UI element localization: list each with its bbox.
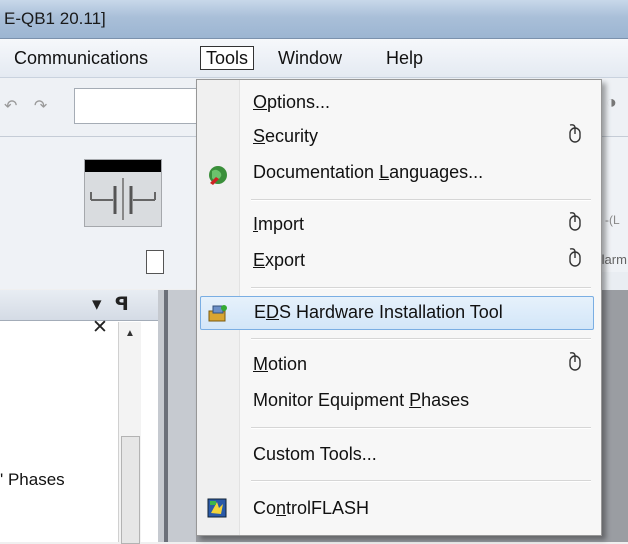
undo-redo-icon[interactable]: ↶ ↷: [4, 96, 53, 116]
menu-window[interactable]: Window: [272, 47, 348, 69]
pane-scrollbar[interactable]: ▲: [118, 322, 141, 544]
menu-item-label: EDS Hardware Installation Tool: [254, 302, 503, 322]
pane-header: ▾ ꟼ ✕: [0, 290, 158, 338]
menu-separator: [251, 199, 591, 201]
tools-dropdown-menu: Options... Security Documentation Langua…: [196, 79, 602, 536]
menu-item-monitor-equipment-phases[interactable]: Monitor Equipment Phases: [239, 384, 599, 418]
window-title: E-QB1 20.11]: [4, 9, 106, 28]
menu-separator: [251, 287, 591, 289]
menu-item-label: Documentation Languages...: [253, 162, 484, 182]
coil-symbol[interactable]: -(L: [605, 213, 620, 227]
menu-bar: Communications Tools Window Help: [0, 39, 628, 78]
controller-organizer-pane: ▾ ꟼ ✕ ▲ ' Phases: [0, 290, 159, 544]
menu-separator: [251, 427, 591, 429]
menu-separator: [251, 480, 591, 482]
menu-item-label: Custom Tools...: [253, 444, 377, 464]
mouse-icon: [567, 124, 583, 149]
window-titlebar: E-QB1 20.11]: [0, 0, 628, 39]
controlflash-icon: [207, 498, 227, 523]
menu-item-custom-tools[interactable]: Custom Tools...: [239, 438, 599, 472]
menu-item-label: Import: [253, 214, 305, 234]
menu-item-label: Export: [253, 250, 306, 270]
globe-icon: [207, 164, 229, 191]
menu-item-options[interactable]: Options...: [239, 86, 599, 120]
menu-item-eds-hardware-installation-tool[interactable]: EDS Hardware Installation Tool: [200, 296, 594, 330]
path-input[interactable]: [74, 88, 202, 124]
contact-instruction-icon[interactable]: [84, 159, 162, 227]
menu-communications[interactable]: Communications: [8, 47, 154, 69]
mouse-icon: [567, 212, 583, 237]
menu-item-label: ControlFLASH: [253, 498, 370, 518]
menu-item-documentation-languages[interactable]: Documentation Languages...: [239, 156, 599, 190]
glasses-icon[interactable]: ◑: [606, 92, 617, 113]
menu-help[interactable]: Help: [380, 47, 429, 69]
pane-splitter[interactable]: [158, 290, 196, 542]
menu-item-label: Options...: [253, 92, 331, 112]
mouse-icon: [567, 248, 583, 273]
mouse-icon: [567, 352, 583, 377]
menu-tools[interactable]: Tools: [200, 46, 255, 70]
tree-item-phases[interactable]: ' Phases: [0, 470, 65, 490]
menu-separator: [251, 338, 591, 340]
menu-item-label: Monitor Equipment Phases: [253, 390, 470, 410]
menu-item-security[interactable]: Security: [239, 120, 599, 154]
scroll-thumb[interactable]: [121, 436, 140, 544]
menu-item-label: Motion: [253, 354, 308, 374]
menu-item-export[interactable]: Export: [239, 244, 599, 278]
ribbon-scroll-button[interactable]: [146, 250, 164, 274]
menu-item-import[interactable]: Import: [239, 208, 599, 242]
menu-item-motion[interactable]: Motion: [239, 348, 599, 382]
menu-item-controlflash[interactable]: ControlFLASH: [239, 492, 599, 526]
menu-item-label: Security: [253, 126, 319, 146]
hardware-wizard-icon: [207, 303, 229, 328]
scroll-up-icon[interactable]: ▲: [125, 328, 135, 339]
